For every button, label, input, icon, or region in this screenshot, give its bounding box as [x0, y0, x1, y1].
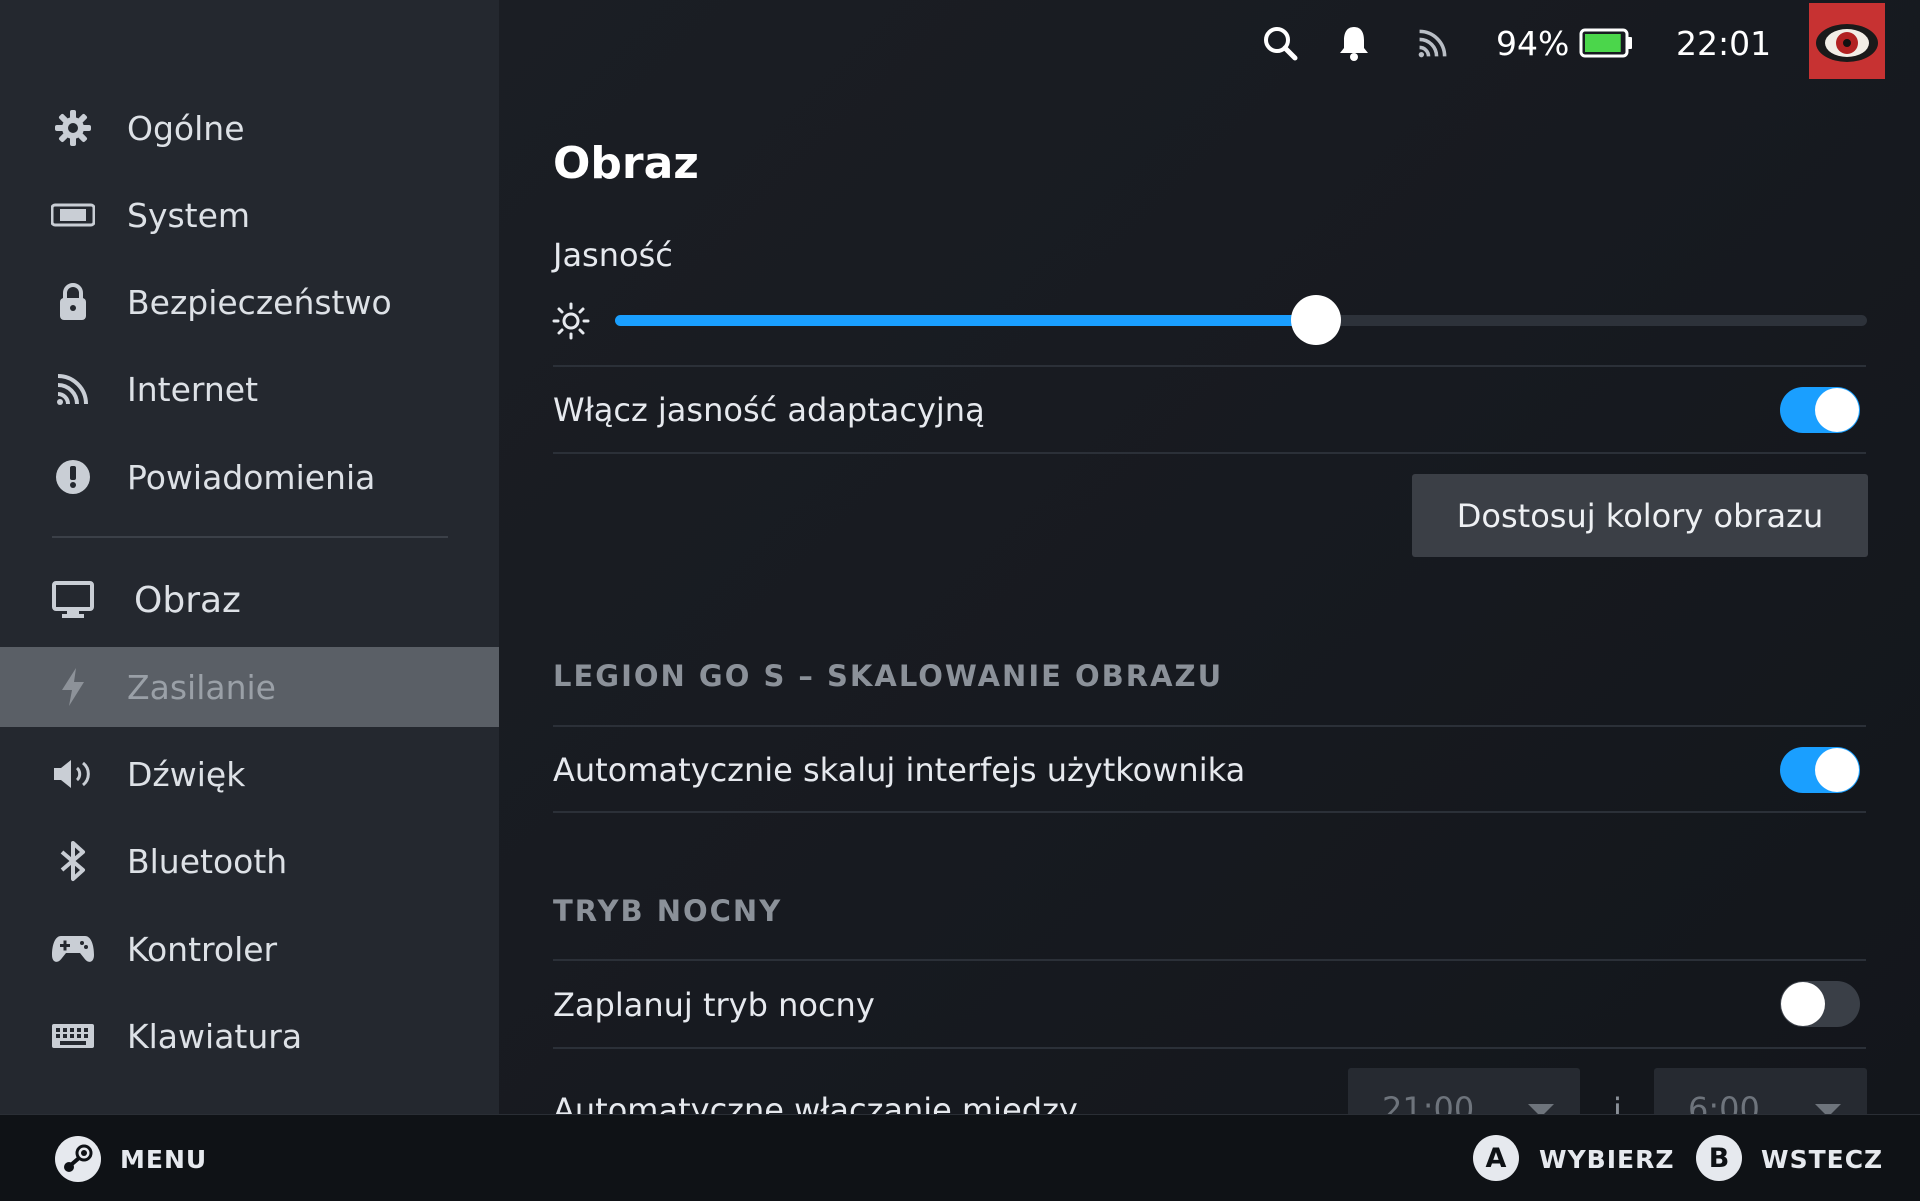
sidebar-item-internet[interactable]: Internet — [0, 349, 499, 429]
auto-enable-between-label: Automatyczne włączanie między — [553, 1091, 1078, 1114]
gamepad-icon — [50, 926, 96, 972]
chevron-down-icon — [1815, 1104, 1841, 1114]
sun-icon — [552, 302, 590, 344]
page-title: Obraz — [553, 138, 699, 189]
adaptive-brightness-label: Włącz jasność adaptacyjną — [553, 391, 985, 429]
toggle-knob — [1815, 388, 1859, 432]
bluetooth-icon — [50, 838, 96, 884]
chevron-down-icon — [1528, 1104, 1554, 1114]
settings-sidebar: Ogólne System Bezpieczeństwo Internet Po… — [0, 0, 499, 1114]
sidebar-item-label: Zasilanie — [127, 667, 276, 707]
sidebar-item-label: Bluetooth — [127, 841, 288, 881]
battery-percent: 94% — [1496, 23, 1570, 63]
brightness-slider[interactable] — [615, 295, 1867, 345]
avatar-eye-image — [1809, 3, 1885, 79]
brightness-label: Jasność — [553, 236, 673, 274]
sidebar-item-label: Ogólne — [127, 108, 245, 148]
schedule-night-mode-toggle[interactable] — [1780, 981, 1860, 1027]
steam-logo-icon[interactable] — [54, 1135, 102, 1187]
sidebar-divider — [52, 536, 448, 538]
sidebar-item-label: Kontroler — [127, 929, 278, 969]
sidebar-item-display[interactable]: Obraz — [0, 560, 499, 640]
gear-icon — [50, 105, 96, 151]
select-label[interactable]: WYBIERZ — [1539, 1145, 1675, 1174]
night-mode-section-heading: TRYB NOCNY — [553, 894, 783, 928]
night-end-value: 6:00 — [1688, 1090, 1760, 1114]
divider — [553, 725, 1866, 727]
monitor-icon — [50, 577, 96, 623]
sidebar-item-sound[interactable]: Dźwięk — [0, 734, 499, 814]
wifi-status-icon — [1416, 20, 1450, 66]
sidebar-item-label: Bezpieczeństwo — [127, 282, 392, 322]
toggle-knob — [1781, 982, 1825, 1026]
toggle-knob — [1815, 748, 1859, 792]
sidebar-item-security[interactable]: Bezpieczeństwo — [0, 262, 499, 342]
and-label: i — [1613, 1091, 1622, 1114]
brightness-slider-fill — [615, 315, 1317, 326]
sidebar-item-label: Powiadomienia — [127, 457, 376, 497]
alert-icon — [50, 454, 96, 500]
schedule-night-mode-label: Zaplanuj tryb nocny — [553, 986, 875, 1024]
adaptive-brightness-toggle[interactable] — [1780, 387, 1860, 433]
sidebar-item-keyboard[interactable]: Klawiatura — [0, 996, 499, 1076]
divider — [553, 811, 1866, 813]
night-end-dropdown[interactable]: 6:00 — [1654, 1068, 1867, 1114]
sidebar-item-label: Obraz — [134, 579, 241, 621]
adjust-colors-button[interactable]: Dostosuj kolory obrazu — [1412, 474, 1868, 557]
sidebar-item-general[interactable]: Ogólne — [0, 88, 499, 168]
divider — [553, 959, 1866, 961]
sidebar-item-notifications[interactable]: Powiadomienia — [0, 437, 499, 517]
a-button-icon: A — [1473, 1135, 1519, 1181]
bolt-icon — [50, 664, 96, 710]
search-icon[interactable] — [1262, 20, 1298, 66]
divider — [553, 452, 1866, 454]
night-start-value: 21:00 — [1382, 1090, 1475, 1114]
sidebar-item-bluetooth[interactable]: Bluetooth — [0, 821, 499, 901]
b-button-icon: B — [1696, 1135, 1742, 1181]
battery-icon — [1579, 20, 1633, 66]
lock-icon — [50, 279, 96, 325]
auto-scale-label: Automatycznie skaluj interfejs użytkowni… — [553, 751, 1246, 789]
sidebar-item-system[interactable]: System — [0, 175, 499, 255]
auto-scale-toggle[interactable] — [1780, 747, 1860, 793]
sidebar-item-label: Dźwięk — [127, 754, 246, 794]
sidebar-item-power[interactable]: Zasilanie — [0, 647, 499, 727]
bell-icon[interactable] — [1338, 20, 1370, 66]
menu-label[interactable]: MENU — [120, 1145, 207, 1174]
footer-bar: MENU A WYBIERZ B WSTECZ — [0, 1114, 1920, 1201]
wifi-icon — [50, 366, 96, 412]
sidebar-item-label: System — [127, 195, 251, 235]
sidebar-item-label: Klawiatura — [127, 1016, 303, 1056]
display-settings-panel: 94% 22:01 Obraz Jasność Włącz jasność ad… — [499, 0, 1920, 1114]
night-start-dropdown[interactable]: 21:00 — [1348, 1068, 1580, 1114]
divider — [553, 365, 1866, 367]
keyboard-icon — [50, 1013, 96, 1059]
sidebar-item-label: Internet — [127, 369, 259, 409]
clock: 22:01 — [1676, 23, 1772, 63]
avatar[interactable] — [1809, 3, 1885, 79]
back-label[interactable]: WSTECZ — [1761, 1145, 1883, 1174]
device-icon — [50, 192, 96, 238]
divider — [553, 1047, 1866, 1049]
sidebar-item-controller[interactable]: Kontroler — [0, 909, 499, 989]
brightness-slider-knob[interactable] — [1291, 295, 1342, 345]
scaling-section-heading: LEGION GO S – SKALOWANIE OBRAZU — [553, 659, 1224, 693]
speaker-icon — [50, 751, 96, 797]
